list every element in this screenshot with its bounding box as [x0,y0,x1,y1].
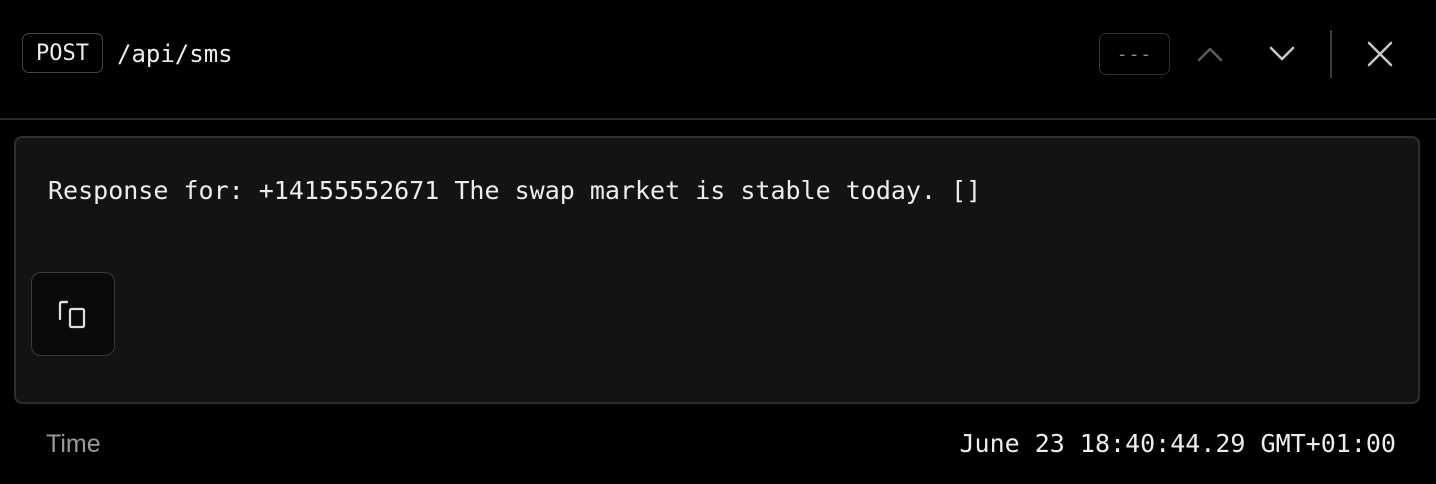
copy-button[interactable] [31,272,115,356]
header-divider [1330,30,1332,78]
time-value: June 23 18:40:44.29 GMT+01:00 [959,429,1397,458]
close-button[interactable] [1358,32,1402,76]
close-icon [1367,41,1393,67]
chevron-up-icon [1197,47,1223,62]
previous-button[interactable] [1188,32,1232,76]
next-button[interactable] [1260,32,1304,76]
method-badge: POST [22,33,103,73]
request-path: /api/sms [117,40,233,68]
response-body: Response for: +14155552671 The swap mark… [48,176,982,205]
time-label: Time [46,430,101,458]
chevron-down-icon [1269,46,1295,61]
copy-icon [58,300,86,329]
request-header: POST /api/sms --- [0,0,1436,120]
response-panel: Response for: +14155552671 The swap mark… [14,136,1420,404]
request-counter: --- [1099,33,1170,75]
